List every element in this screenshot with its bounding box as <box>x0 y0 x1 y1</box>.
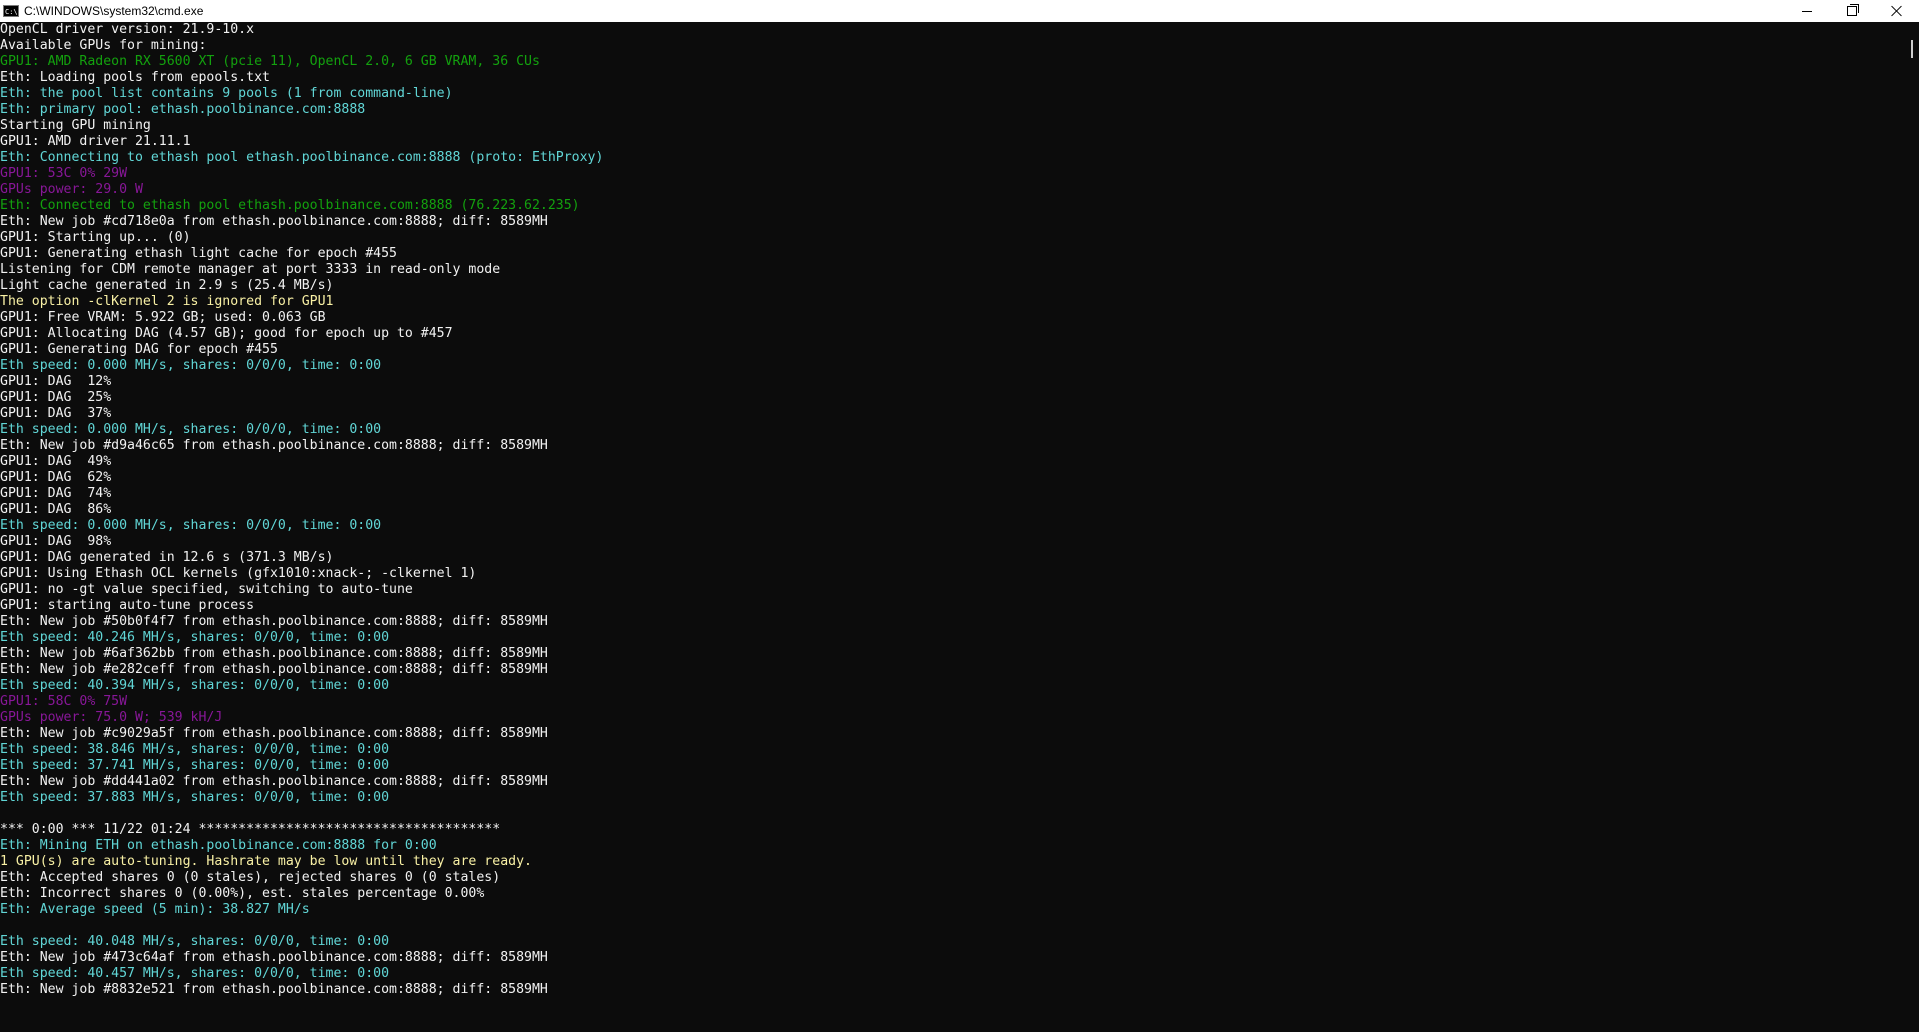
console-line: Eth speed: 37.883 MH/s, shares: 0/0/0, t… <box>0 790 390 805</box>
console-line: GPU1: DAG 49% <box>0 454 112 469</box>
console-line: Eth: New job #d9a46c65 from ethash.poolb… <box>0 438 548 453</box>
title-bar[interactable]: C:\ C:\WINDOWS\system32\cmd.exe <box>0 0 1919 22</box>
console-line: Light cache generated in 2.9 s (25.4 MB/… <box>0 278 334 293</box>
minimize-button[interactable] <box>1784 0 1829 22</box>
console-line: GPU1: Starting up... (0) <box>0 230 191 245</box>
console-line: GPU1: Generating ethash light cache for … <box>0 246 397 261</box>
console-line: Eth: Connecting to ethash pool ethash.po… <box>0 150 604 165</box>
scrollbar-thumb[interactable] <box>1911 40 1913 58</box>
console-line: *** 0:00 *** 11/22 01:24 ***************… <box>0 822 501 837</box>
console-line: Eth: New job #8832e521 from ethash.poolb… <box>0 982 548 997</box>
console-line: GPUs power: 75.0 W; 539 kH/J <box>0 710 223 725</box>
console-line: Eth speed: 40.246 MH/s, shares: 0/0/0, t… <box>0 630 390 645</box>
console-line: Eth: Mining ETH on ethash.poolbinance.co… <box>0 838 437 853</box>
console-line: GPU1: Free VRAM: 5.922 GB; used: 0.063 G… <box>0 310 326 325</box>
maximize-icon <box>1846 4 1859 16</box>
console-line: GPU1: DAG 86% <box>0 502 112 517</box>
console-line: GPU1: Generating DAG for epoch #455 <box>0 342 278 357</box>
console-line: GPU1: DAG 74% <box>0 486 112 501</box>
console-line: GPU1: DAG 62% <box>0 470 112 485</box>
console-line: Eth speed: 0.000 MH/s, shares: 0/0/0, ti… <box>0 358 382 373</box>
console-line: Available GPUs for mining: <box>0 38 207 53</box>
console-line: Eth: New job #c9029a5f from ethash.poolb… <box>0 726 548 741</box>
console-line: GPU1: starting auto-tune process <box>0 598 255 613</box>
console-line: Eth: New job #473c64af from ethash.poolb… <box>0 950 548 965</box>
console-line: GPU1: 58C 0% 75W <box>0 694 128 709</box>
console-line: Listening for CDM remote manager at port… <box>0 262 501 277</box>
console-line: Eth: Connected to ethash pool ethash.poo… <box>0 198 580 213</box>
console-line: Eth speed: 40.048 MH/s, shares: 0/0/0, t… <box>0 934 390 949</box>
console-line: GPU1: DAG generated in 12.6 s (371.3 MB/… <box>0 550 334 565</box>
console-line: 1 GPU(s) are auto-tuning. Hashrate may b… <box>0 854 532 869</box>
console-line: Eth: Average speed (5 min): 38.827 MH/s <box>0 902 310 917</box>
console-line: GPU1: DAG 25% <box>0 390 112 405</box>
console-line: Eth: Loading pools from epools.txt <box>0 70 270 85</box>
console-line: GPU1: AMD Radeon RX 5600 XT (pcie 11), O… <box>0 54 540 69</box>
console-line: GPU1: no -gt value specified, switching … <box>0 582 413 597</box>
console-line: Eth: the pool list contains 9 pools (1 f… <box>0 86 453 101</box>
console-line: Eth speed: 38.846 MH/s, shares: 0/0/0, t… <box>0 742 390 757</box>
console-output[interactable]: OpenCL driver version: 21.9-10.x Availabl… <box>0 22 1895 1032</box>
console-line: Eth: primary pool: ethash.poolbinance.co… <box>0 102 366 117</box>
console-line: Eth: New job #6af362bb from ethash.poolb… <box>0 646 548 661</box>
console-line: Eth: Accepted shares 0 (0 stales), rejec… <box>0 870 501 885</box>
console-line: Eth: Incorrect shares 0 (0.00%), est. st… <box>0 886 485 901</box>
console-line: GPU1: 53C 0% 29W <box>0 166 128 181</box>
console-line: Eth speed: 37.741 MH/s, shares: 0/0/0, t… <box>0 758 390 773</box>
console-line: OpenCL driver version: 21.9-10.x <box>0 22 255 37</box>
console-line: GPU1: DAG 37% <box>0 406 112 421</box>
console-line: Eth speed: 0.000 MH/s, shares: 0/0/0, ti… <box>0 422 382 437</box>
console-line: Eth: New job #50b0f4f7 from ethash.poolb… <box>0 614 548 629</box>
console-line: Eth speed: 0.000 MH/s, shares: 0/0/0, ti… <box>0 518 382 533</box>
console-line: GPU1: Using Ethash OCL kernels (gfx1010:… <box>0 566 477 581</box>
console-line: Eth: New job #cd718e0a from ethash.poolb… <box>0 214 548 229</box>
window-controls <box>1784 0 1919 22</box>
console-line: GPU1: DAG 12% <box>0 374 112 389</box>
console-line: GPUs power: 29.0 W <box>0 182 143 197</box>
console-line: Eth: New job #dd441a02 from ethash.poolb… <box>0 774 548 789</box>
console-line: Eth: New job #e282ceff from ethash.poolb… <box>0 662 548 677</box>
close-icon <box>1891 5 1903 17</box>
close-button[interactable] <box>1874 0 1919 22</box>
minimize-icon <box>1801 10 1812 12</box>
console-line: GPU1: Allocating DAG (4.57 GB); good for… <box>0 326 453 341</box>
maximize-button[interactable] <box>1829 0 1874 22</box>
cmd-window: C:\ C:\WINDOWS\system32\cmd.exe OpenCL d… <box>0 0 1919 1032</box>
console-line: Eth speed: 40.394 MH/s, shares: 0/0/0, t… <box>0 678 390 693</box>
console-line: GPU1: AMD driver 21.11.1 <box>0 134 191 149</box>
cmd-icon: C:\ <box>3 5 19 17</box>
vertical-scrollbar[interactable] <box>1895 22 1919 1032</box>
console-line: Starting GPU mining <box>0 118 151 133</box>
console-line: Eth speed: 40.457 MH/s, shares: 0/0/0, t… <box>0 966 390 981</box>
console-line: The option -clKernel 2 is ignored for GP… <box>0 294 334 309</box>
console-line: GPU1: DAG 98% <box>0 534 112 549</box>
window-title: C:\WINDOWS\system32\cmd.exe <box>24 4 204 18</box>
